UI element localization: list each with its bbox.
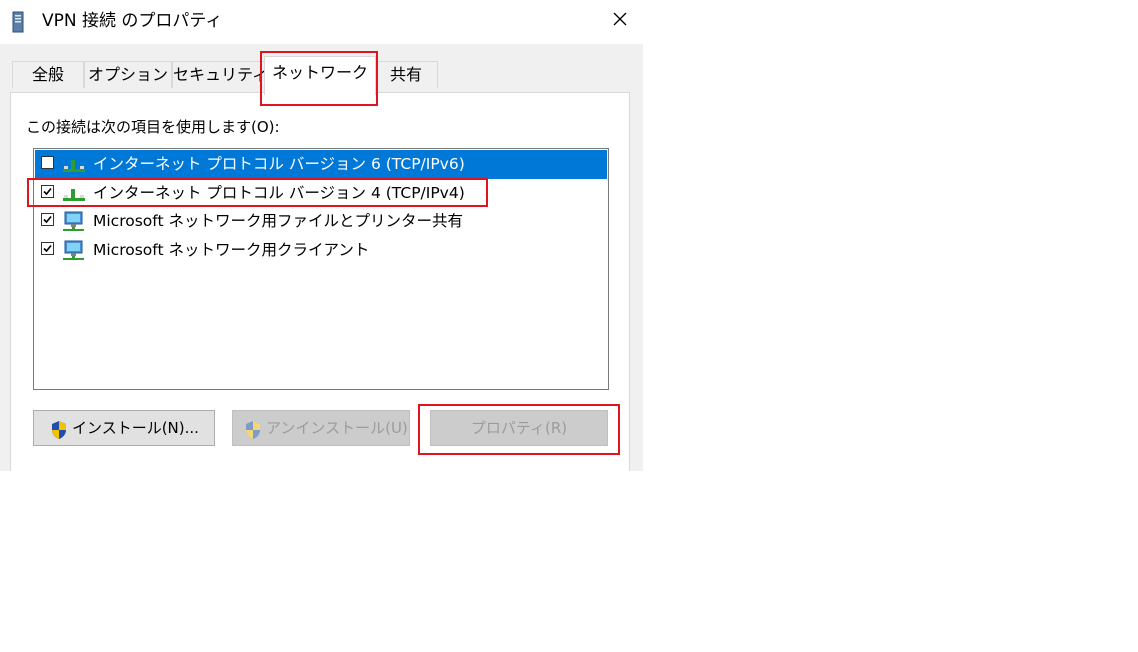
list-item-label: インターネット プロトコル バージョン 6 (TCP/IPv6): [93, 155, 465, 173]
list-item-tcpipv6[interactable]: インターネット プロトコル バージョン 6 (TCP/IPv6): [35, 150, 607, 179]
title-bar: VPN 接続 のプロパティ: [0, 0, 643, 44]
uninstall-button-label: アンインストール(U): [266, 419, 408, 437]
close-button[interactable]: [597, 0, 643, 42]
highlight-properties-button: [418, 404, 620, 455]
list-item-ms-client[interactable]: Microsoft ネットワーク用クライアント: [35, 236, 607, 265]
checkbox-file-printer-sharing[interactable]: [41, 213, 54, 226]
vpn-connection-icon: [12, 11, 24, 33]
uninstall-button[interactable]: アンインストール(U): [232, 410, 410, 446]
uac-shield-icon: [50, 418, 68, 452]
network-computer-icon: [61, 210, 87, 232]
window-title: VPN 接続 のプロパティ: [42, 11, 223, 31]
items-label: この接続は次の項目を使用します(O):: [26, 118, 280, 136]
list-item-label: Microsoft ネットワーク用クライアント: [93, 241, 370, 259]
highlight-networking-tab: [260, 51, 378, 106]
list-item-label: Microsoft ネットワーク用ファイルとプリンター共有: [93, 212, 463, 230]
network-protocol-icon: [61, 153, 87, 175]
tab-general[interactable]: 全般: [12, 61, 84, 88]
close-icon: [612, 11, 628, 31]
install-button-label: インストール(N)...: [72, 419, 199, 437]
network-computer-icon: [61, 239, 87, 261]
uac-shield-icon: [244, 418, 262, 452]
checkbox-ms-client[interactable]: [41, 242, 54, 255]
tab-sharing[interactable]: 共有: [374, 61, 438, 88]
install-button[interactable]: インストール(N)...: [33, 410, 215, 446]
checkbox-tcpipv6[interactable]: [41, 156, 54, 169]
tab-options[interactable]: オプション: [84, 61, 172, 88]
list-item-file-printer-sharing[interactable]: Microsoft ネットワーク用ファイルとプリンター共有: [35, 207, 607, 236]
tab-security[interactable]: セキュリティ: [172, 61, 266, 88]
highlight-tcpipv4-item: [27, 178, 488, 207]
